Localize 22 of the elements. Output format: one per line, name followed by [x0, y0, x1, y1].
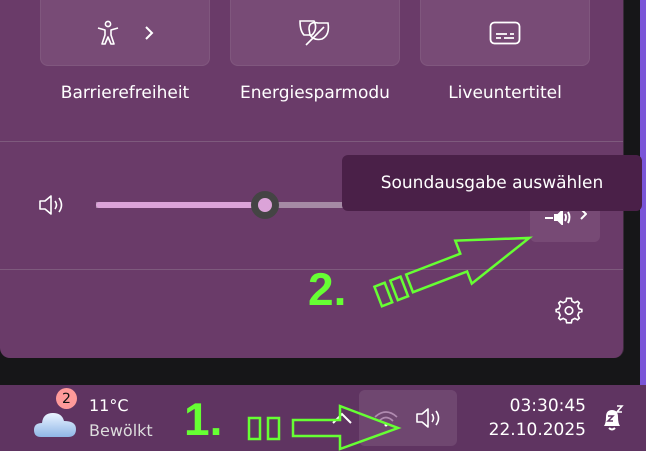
chevron-up-icon[interactable] [331, 412, 353, 424]
temperature: 11°C [89, 396, 130, 415]
weather-condition: Bewölkt [89, 421, 153, 440]
clock-time[interactable]: 03:30:45 [510, 396, 586, 416]
clock-date[interactable]: 22.10.2025 [488, 420, 586, 440]
person-icon [96, 20, 120, 46]
tile-label: Liveuntertitel [448, 83, 562, 103]
captions-icon [489, 21, 521, 45]
leaf-icon [298, 19, 332, 47]
system-tray-button[interactable] [359, 390, 457, 446]
slider-thumb[interactable] [251, 191, 280, 219]
annotation-label: 1. [184, 396, 222, 442]
quick-setting-tile[interactable] [40, 0, 210, 66]
annotation-label: 2. [308, 266, 346, 312]
notification-badge: 2 [56, 388, 77, 409]
tile-label: Barrierefreiheit [60, 83, 190, 103]
tile-label: Energiesparmodu [240, 83, 390, 103]
tooltip: Soundausgabe auswählen [342, 155, 642, 211]
settings-icon[interactable] [555, 296, 583, 324]
chevron-right-icon [144, 25, 154, 41]
quick-setting-tile[interactable] [420, 0, 590, 66]
quick-setting-tile[interactable] [230, 0, 400, 66]
